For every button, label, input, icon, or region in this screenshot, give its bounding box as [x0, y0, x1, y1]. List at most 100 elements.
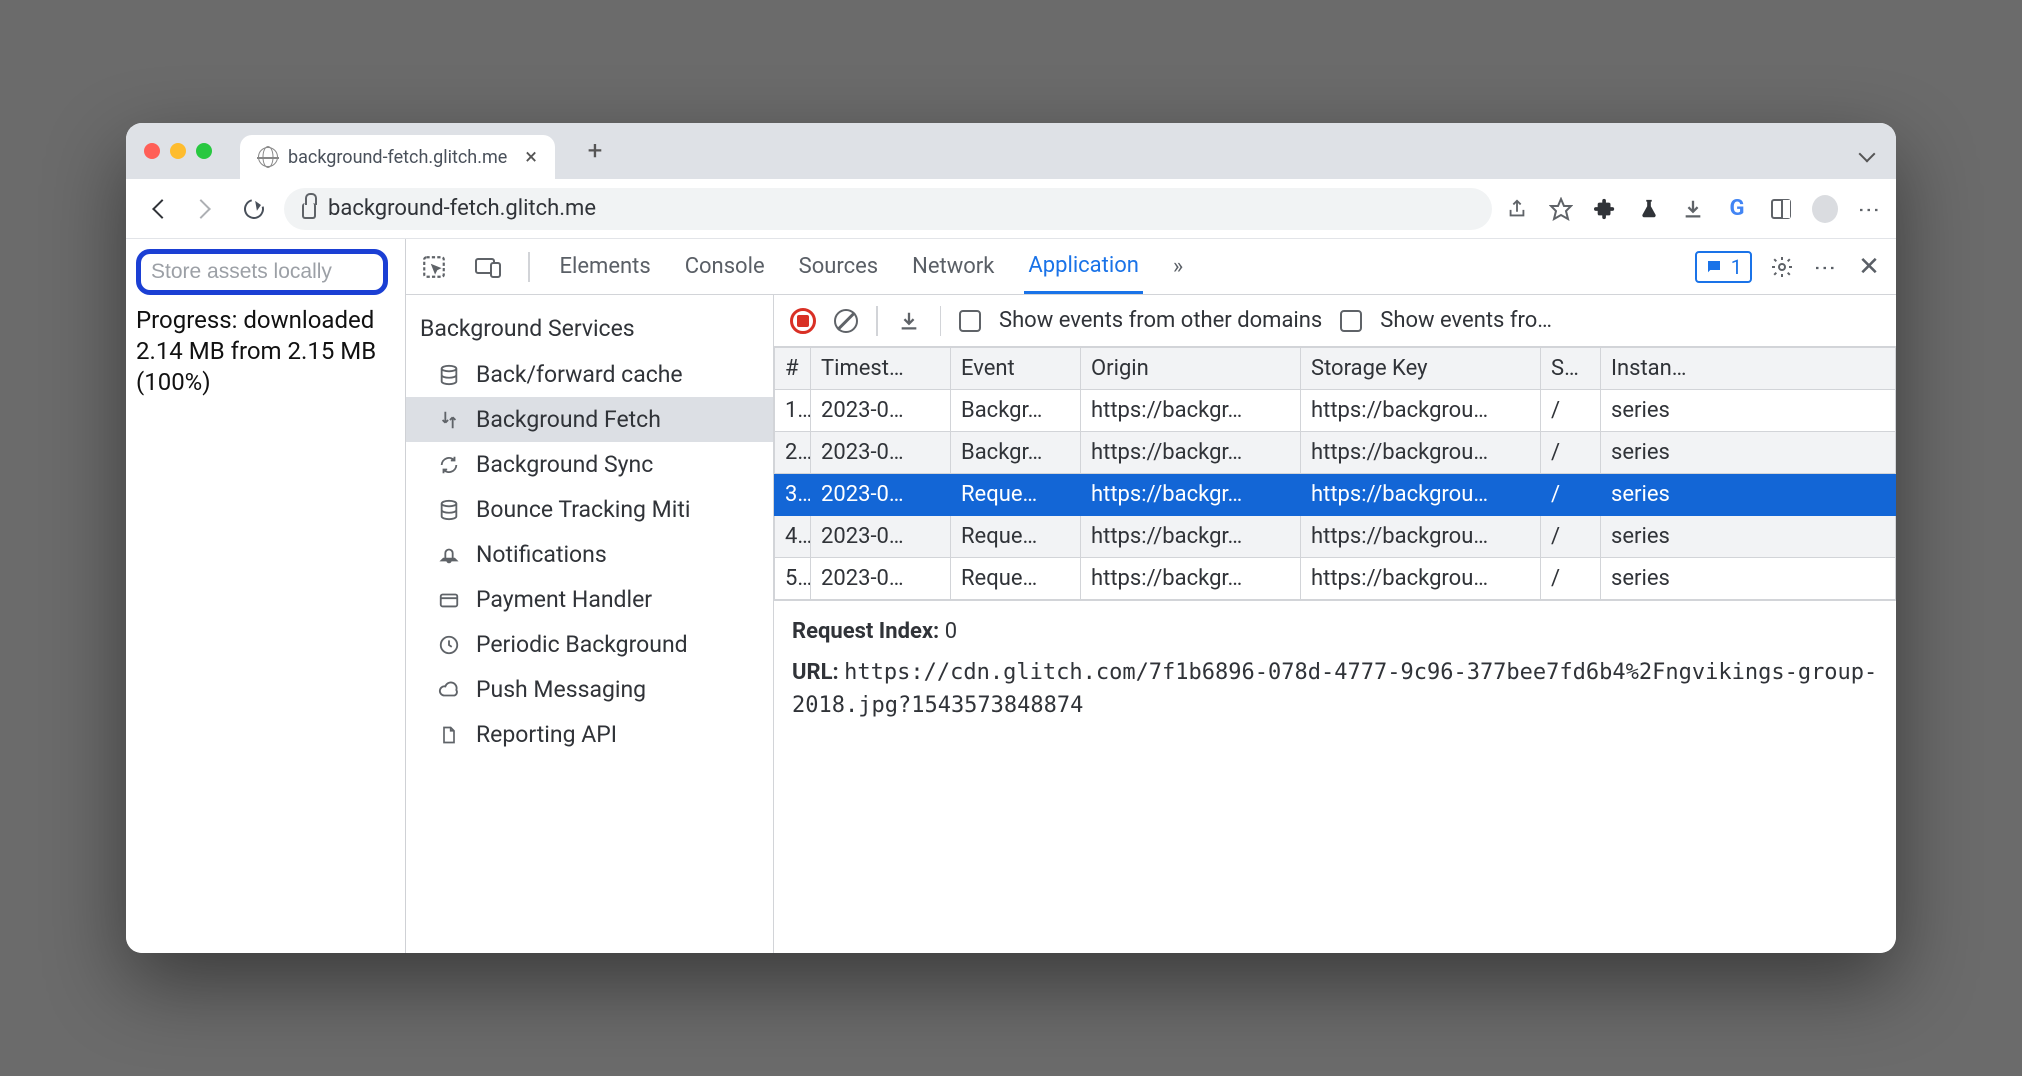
show-other-domains-label: Show events from other domains	[999, 308, 1322, 333]
address-bar[interactable]: background-fetch.glitch.me	[284, 188, 1492, 230]
devtools-tab-console[interactable]: Console	[681, 239, 769, 294]
request-index-value: 0	[945, 619, 957, 644]
table-row[interactable]: 5.2023-0…Reque…https://backgr…https://ba…	[775, 558, 1896, 600]
table-cell: Backgr…	[951, 390, 1081, 432]
devtools-tab-sources[interactable]: Sources	[795, 239, 883, 294]
show-events-from-checkbox[interactable]	[1340, 310, 1362, 332]
devtools-panel: Elements Console Sources Network Applica…	[406, 239, 1896, 953]
table-cell: Reque…	[951, 474, 1081, 516]
close-window-button[interactable]	[144, 143, 160, 159]
record-button[interactable]	[790, 308, 816, 334]
extensions-icon[interactable]	[1592, 196, 1618, 222]
table-cell: series	[1601, 390, 1896, 432]
devtools-more-tabs[interactable]: »	[1169, 239, 1187, 294]
new-tab-button[interactable]: +	[579, 135, 611, 167]
table-cell: 3.	[775, 474, 811, 516]
maximize-window-button[interactable]	[196, 143, 212, 159]
table-cell: https://backgr…	[1081, 516, 1301, 558]
table-row[interactable]: 2.2023-0…Backgr…https://backgr…https://b…	[775, 432, 1896, 474]
show-other-domains-checkbox[interactable]	[959, 310, 981, 332]
col-event[interactable]: Event	[951, 348, 1081, 390]
reload-button[interactable]	[236, 191, 272, 227]
devtools-close-button[interactable]: ✕	[1856, 254, 1882, 280]
col-storage-key[interactable]: Storage Key	[1301, 348, 1541, 390]
table-cell: series	[1601, 432, 1896, 474]
table-cell: https://backgr…	[1081, 432, 1301, 474]
sidebar-item-background-fetch[interactable]: Background Fetch	[406, 397, 773, 442]
titlebar: background-fetch.glitch.me × +	[126, 123, 1896, 179]
devtools-tab-elements[interactable]: Elements	[556, 239, 655, 294]
devtools-tab-network[interactable]: Network	[908, 239, 998, 294]
table-row[interactable]: 4.2023-0…Reque…https://backgr…https://ba…	[775, 516, 1896, 558]
store-assets-button[interactable]: Store assets locally	[136, 249, 388, 295]
sidebar-item-notifications[interactable]: Notifications	[406, 532, 773, 577]
table-cell: https://backgrou…	[1301, 474, 1541, 516]
share-icon[interactable]	[1504, 196, 1530, 222]
table-cell: https://backgrou…	[1301, 558, 1541, 600]
downloads-icon[interactable]	[1680, 196, 1706, 222]
clear-button[interactable]	[834, 309, 858, 333]
sidebar-item-background-sync[interactable]: Background Sync	[406, 442, 773, 487]
table-cell: 2023-0…	[811, 558, 951, 600]
sidebar-item-label: Background Fetch	[476, 406, 661, 433]
col-instance[interactable]: Instan…	[1601, 348, 1896, 390]
bookmark-star-icon[interactable]	[1548, 196, 1574, 222]
tab-close-button[interactable]: ×	[525, 145, 537, 170]
sidebar-item-bounce-tracking[interactable]: Bounce Tracking Miti	[406, 487, 773, 532]
inspect-element-icon[interactable]	[420, 254, 448, 280]
table-row[interactable]: 3.2023-0…Reque…https://backgr…https://ba…	[775, 474, 1896, 516]
devtools-kebab-icon[interactable]: ⋮	[1812, 254, 1838, 280]
page-viewport: Store assets locally Progress: downloade…	[126, 239, 406, 953]
table-row[interactable]: 1.2023-0…Backgr…https://backgr…https://b…	[775, 390, 1896, 432]
sidebar-item-periodic-background[interactable]: Periodic Background	[406, 622, 773, 667]
sidebar-item-back-forward-cache[interactable]: Back/forward cache	[406, 352, 773, 397]
google-icon[interactable]: G	[1724, 196, 1750, 222]
sidebar-item-reporting-api[interactable]: Reporting API	[406, 712, 773, 757]
issues-count: 1	[1731, 255, 1742, 279]
devtools-tab-application[interactable]: Application	[1024, 239, 1142, 294]
sidebar-item-label: Push Messaging	[476, 676, 646, 703]
database-icon	[436, 362, 462, 388]
tabs-menu-button[interactable]	[1856, 140, 1878, 162]
table-cell: series	[1601, 474, 1896, 516]
table-cell: https://backgr…	[1081, 474, 1301, 516]
issue-icon	[1705, 258, 1723, 276]
document-icon	[436, 722, 462, 748]
cloud-icon	[436, 677, 462, 703]
experiments-flask-icon[interactable]	[1636, 196, 1662, 222]
toolbar-actions: G ⋮	[1504, 196, 1882, 222]
browser-tab[interactable]: background-fetch.glitch.me ×	[240, 135, 555, 179]
table-cell: https://backgrou…	[1301, 516, 1541, 558]
minimize-window-button[interactable]	[170, 143, 186, 159]
table-cell: /	[1541, 390, 1601, 432]
device-toggle-icon[interactable]	[474, 254, 502, 280]
sidebar-item-label: Payment Handler	[476, 586, 652, 613]
sidebar-item-label: Notifications	[476, 541, 607, 568]
table-cell: series	[1601, 516, 1896, 558]
table-cell: 2.	[775, 432, 811, 474]
sidebar-item-label: Reporting API	[476, 721, 617, 748]
issues-badge[interactable]: 1	[1695, 251, 1752, 283]
kebab-menu-icon[interactable]: ⋮	[1856, 196, 1882, 222]
profile-avatar[interactable]	[1812, 196, 1838, 222]
col-origin[interactable]: Origin	[1081, 348, 1301, 390]
col-index[interactable]: #	[775, 348, 811, 390]
separator	[940, 306, 942, 336]
save-events-button[interactable]	[896, 308, 922, 334]
table-header-row: # Timest… Event Origin Storage Key S… In…	[775, 348, 1896, 390]
sidepanel-icon[interactable]	[1768, 196, 1794, 222]
body-split: Store assets locally Progress: downloade…	[126, 239, 1896, 953]
col-timestamp[interactable]: Timest…	[811, 348, 951, 390]
devtools-settings-icon[interactable]	[1770, 255, 1794, 279]
col-sw[interactable]: S…	[1541, 348, 1601, 390]
sync-arrows-icon	[436, 407, 462, 433]
table-cell: Backgr…	[951, 432, 1081, 474]
url-text: background-fetch.glitch.me	[328, 196, 596, 221]
table-cell: https://backgrou…	[1301, 432, 1541, 474]
sidebar-item-payment-handler[interactable]: Payment Handler	[406, 577, 773, 622]
table-cell: 2023-0…	[811, 474, 951, 516]
forward-button[interactable]	[188, 191, 224, 227]
event-detail-pane: Request Index: 0 URL: https://cdn.glitch…	[774, 600, 1896, 953]
sidebar-item-push-messaging[interactable]: Push Messaging	[406, 667, 773, 712]
back-button[interactable]	[140, 191, 176, 227]
